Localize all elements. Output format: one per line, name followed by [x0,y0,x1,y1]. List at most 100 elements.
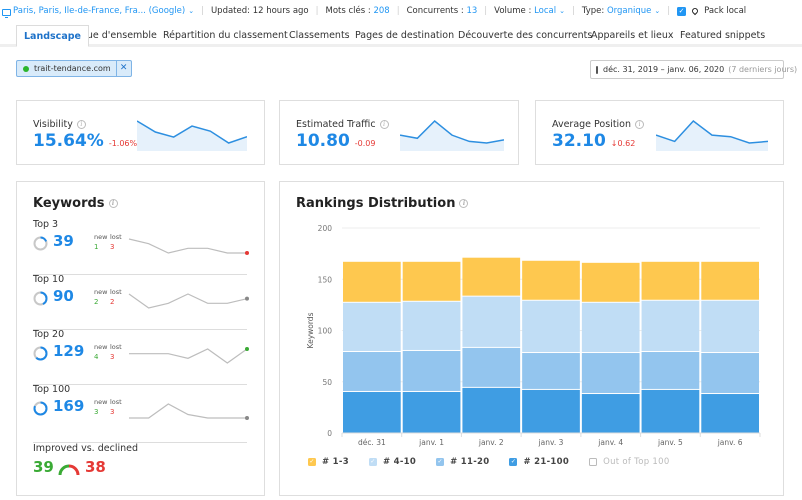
keywords-card: Keywords i Top 3 39 new 1 lost 3 Top 10 90 new 2 lo… [16,181,265,496]
close-icon[interactable]: ✕ [115,61,131,76]
chart-legend: ✓ # 1-3 ✓ # 4-10 ✓ # 11-20 ✓ # 21-100 Out of Top… [308,457,690,467]
checkbox-unchecked-icon[interactable] [589,458,598,466]
metric-label-text: Visibility [33,119,73,130]
improved-count: 39 [33,458,54,476]
lost-keywords: lost 2 [110,288,122,306]
bar-segment [402,391,461,433]
keywords-count: Mots clés : 208 [326,6,390,16]
new-label: new [94,343,108,351]
competitors-count-link[interactable]: 13 [466,6,477,16]
declined-count: 38 [85,458,106,476]
tab-landscape[interactable]: Landscape [16,25,89,47]
type-selector[interactable]: Type: Organique ⌄ [582,6,660,16]
info-icon[interactable]: i [76,120,86,129]
type-label: Type: [581,6,607,16]
local-pack-toggle[interactable]: ✓ Pack local [677,6,746,16]
lost-count: 3 [110,353,115,361]
keyword-group-count: 129 [53,342,85,360]
new-label: new [94,288,108,296]
improved-declined-title: Improved vs. declined [33,443,138,454]
type-value: Organique [606,6,652,16]
bar-segment [641,300,700,351]
keyword-trend-sparkline [128,238,249,255]
keywords-count-link[interactable]: 208 [373,6,389,16]
estimated-traffic-card: Estimated Traffic i 10.80 -0.09 [279,100,519,165]
date-range-note: (7 derniers jours) [728,65,798,74]
keyword-group-row: Top 3 39 new 1 lost 3 [33,219,249,275]
checkbox-checked-icon[interactable]: ✓ [677,6,687,16]
volume-label: Volume : [494,6,535,16]
metric-label: Average Position i [552,119,645,130]
x-tick-label: janv. 2 [478,438,504,447]
y-tick-label: 50 [322,378,332,387]
keywords-title-text: Keywords [33,196,105,211]
bar-segment [701,261,759,300]
bar-segment [462,387,521,433]
legend-item[interactable]: ✓ # 1-3 [308,457,349,467]
info-icon[interactable]: i [635,120,645,129]
lost-keywords: lost 3 [110,343,122,361]
metric-label-text: Estimated Traffic [296,119,376,130]
lost-label: lost [110,398,122,406]
tab-featured-snippets[interactable]: Featured snippets [673,25,772,47]
keyword-group-name: Top 100 [33,384,71,395]
keyword-trend-sparkline [129,347,249,364]
checkbox-checked-icon[interactable]: ✓ [308,458,316,466]
bar-segment [462,296,521,347]
info-icon[interactable]: i [459,199,469,208]
metric-value: 10.80 -0.09 [296,131,375,151]
metric-value: 32.10 ↓0.62 [552,131,635,151]
tab-competitor-discovery[interactable]: Découverte des concurrents [451,25,599,47]
date-range-picker[interactable]: déc. 31, 2019 – janv. 06, 2020 (7 dernie… [590,60,797,79]
bar-segment [343,261,401,302]
bar-segment [581,302,640,353]
keyword-group-row: Top 10 90 new 2 lost 2 [33,274,249,330]
updated-status: Updated: 12 hours ago [210,6,309,16]
calendar-icon [596,65,598,74]
checkbox-checked-icon[interactable]: ✓ [436,458,445,466]
bar-segment [402,350,461,391]
bar-segment [343,391,401,433]
divider: | [396,6,400,16]
metric-value: 15.64% -1.06% [33,131,137,151]
tab-rankings[interactable]: Classements [282,25,357,47]
new-count: 4 [94,353,99,361]
keyword-group-name: Top 3 [33,219,59,230]
location-selector[interactable]: Paris, Paris, Ile-de-France, Fra... (Goo… [2,6,195,18]
rankings-distribution-chart: 0 50 100 150 200 Keywords déc. 31 janv. 1 janv. … [306,224,761,447]
info-icon[interactable]: i [379,120,389,129]
chevron-down-icon: ⌄ [654,7,661,15]
chevron-down-icon: ⌄ [188,7,195,15]
bar-segment [402,301,461,350]
legend-item[interactable]: ✓ # 4-10 [368,457,416,467]
info-icon[interactable]: i [108,199,118,208]
bar-segment [641,261,700,300]
new-count: 3 [94,408,99,416]
bar-segment [522,300,580,353]
visibility-card: Visibility i 15.64% -1.06% [16,100,265,165]
new-keywords: new 4 [94,343,107,361]
progress-ring-icon [33,291,48,306]
checkbox-checked-icon[interactable]: ✓ [368,458,377,466]
volume-selector[interactable]: Volume : Local ⌄ [494,6,565,16]
progress-ring-icon [33,346,48,361]
keyword-group-count: 90 [53,287,74,305]
tab-landing-pages[interactable]: Pages de destination [348,25,461,47]
lost-count: 2 [110,298,115,306]
legend-item[interactable]: Out of Top 100 [589,457,669,467]
legend-item[interactable]: ✓ # 21-100 [509,457,569,467]
rankings-title-text: Rankings Distribution [296,196,456,211]
progress-ring-icon [33,236,48,251]
bar-segment [522,353,580,389]
checkbox-checked-icon[interactable]: ✓ [509,458,518,466]
new-keywords: new 3 [94,398,107,416]
position-sparkline [656,119,768,151]
tab-ranking-distribution[interactable]: Répartition du classement [156,25,295,47]
legend-item[interactable]: ✓ # 11-20 [436,457,489,467]
sparkline-area [656,121,768,151]
keyword-group-name: Top 20 [33,329,65,340]
trend-end-dot [245,416,249,420]
tab-devices-locations[interactable]: Appareils et lieux [584,25,681,47]
metric-value-text: 32.10 [552,131,606,151]
trend-end-dot [245,251,249,255]
